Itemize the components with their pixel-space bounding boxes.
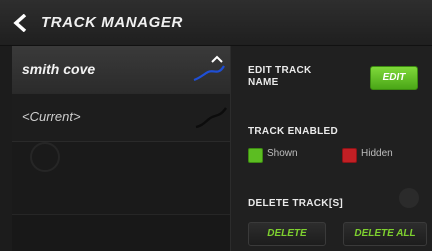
edit-track-name-label: EDIT TRACK NAME: [248, 65, 312, 88]
track-list: smith cove <Current>: [12, 46, 230, 251]
track-thumbnail: [195, 107, 227, 129]
hidden-checkbox[interactable]: [342, 148, 357, 163]
track-thumbnail: [193, 55, 225, 82]
delete-tracks-label: DELETE TRACK[S]: [248, 198, 344, 209]
shown-checkbox[interactable]: [248, 148, 263, 163]
track-item-smith-cove[interactable]: smith cove: [12, 46, 230, 94]
track-name: <Current>: [22, 109, 81, 124]
header-bar: TRACK MANAGER: [0, 0, 432, 46]
delete-all-button[interactable]: DELETE ALL: [343, 222, 427, 246]
track-item-current[interactable]: <Current>: [12, 94, 230, 142]
chevron-left-icon[interactable]: [12, 14, 30, 32]
hidden-label: Hidden: [361, 148, 393, 159]
edit-button[interactable]: EDIT: [370, 66, 418, 90]
track-name: smith cove: [22, 61, 96, 77]
page-title: TRACK MANAGER: [41, 14, 183, 31]
shown-label: Shown: [267, 148, 298, 159]
delete-button[interactable]: DELETE: [248, 222, 326, 246]
track-details-panel: EDIT TRACK NAME EDIT TRACK ENABLED Shown…: [230, 46, 432, 251]
decorative-ring: [30, 142, 60, 172]
list-footer: [12, 214, 230, 251]
decorative-circle: [399, 188, 419, 208]
track-enabled-label: TRACK ENABLED: [248, 126, 339, 137]
chevron-up-icon: [211, 55, 223, 63]
